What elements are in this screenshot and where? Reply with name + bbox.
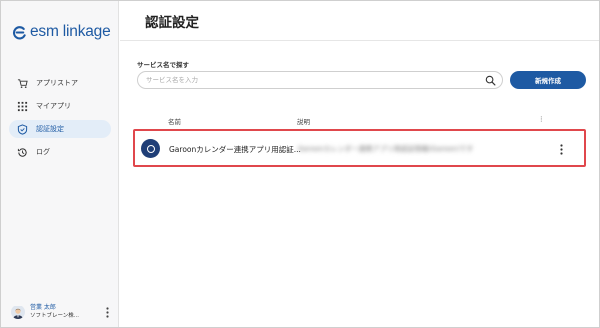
- page-title: 認証設定: [145, 14, 199, 31]
- user-menu-button[interactable]: [103, 305, 111, 319]
- kebab-menu-icon: [559, 143, 563, 155]
- kebab-menu-icon: [105, 306, 109, 318]
- sidebar-item-label: 認証設定: [36, 125, 64, 133]
- page-header: 認証設定: [120, 1, 599, 41]
- sidebar-item-app-store[interactable]: アプリストア: [9, 74, 111, 92]
- user-name: 営業 太郎: [30, 304, 56, 311]
- row-menu-button[interactable]: [557, 142, 565, 156]
- cart-icon: [17, 78, 28, 89]
- row-name: Garoonカレンダー連携アプリ用認証...: [169, 145, 301, 154]
- sidebar-item-auth-settings[interactable]: 認証設定: [9, 120, 111, 138]
- history-icon: [17, 147, 28, 158]
- sidebar-item-label: マイアプリ: [36, 102, 71, 110]
- sidebar-item-log[interactable]: ログ: [9, 143, 111, 161]
- new-button[interactable]: 新規作成: [510, 71, 586, 89]
- main-content: 認証設定 サービス名で探す 新規作成 名前 説明 ⋮ Garoonカレンダー連携…: [120, 1, 599, 327]
- avatar: [11, 305, 25, 319]
- logo-text: esm linkage: [30, 23, 111, 40]
- garoon-app-icon: [141, 139, 160, 158]
- column-header-menu: ⋮: [538, 115, 545, 123]
- user-profile[interactable]: 営業 太郎 ソフトブレーン株...: [11, 301, 111, 323]
- table-header: 名前 説明 ⋮: [137, 111, 586, 129]
- sidebar-nav: アプリストア マイアプリ 認証設定 ログ: [9, 74, 111, 166]
- app-logo[interactable]: esm linkage: [12, 23, 111, 41]
- search-box[interactable]: [137, 71, 503, 89]
- column-header-description[interactable]: 説明: [297, 116, 310, 126]
- sidebar: esm linkage アプリストア マイアプリ 認証設定 ログ 営業 太郎 ソ…: [1, 1, 119, 327]
- user-organization: ソフトブレーン株...: [30, 313, 79, 319]
- auth-settings-table: 名前 説明 ⋮ Garoonカレンダー連携アプリ用認証... Garoonカレン…: [133, 111, 586, 167]
- sidebar-item-my-apps[interactable]: マイアプリ: [9, 97, 111, 115]
- search-icon[interactable]: [485, 75, 496, 86]
- logo-mark-icon: [12, 25, 26, 39]
- shield-icon: [17, 123, 28, 135]
- search-input[interactable]: [146, 76, 466, 84]
- grid-icon: [17, 101, 28, 112]
- sidebar-item-label: ログ: [36, 148, 50, 156]
- row-description: Garoonカレンダー連携アプリ用認証情報(Garoon)です: [298, 145, 474, 153]
- sidebar-item-label: アプリストア: [36, 79, 78, 87]
- search-label: サービス名で探す: [137, 61, 189, 69]
- table-row[interactable]: Garoonカレンダー連携アプリ用認証... Garoonカレンダー連携アプリ用…: [133, 129, 586, 167]
- column-header-name[interactable]: 名前: [168, 116, 181, 126]
